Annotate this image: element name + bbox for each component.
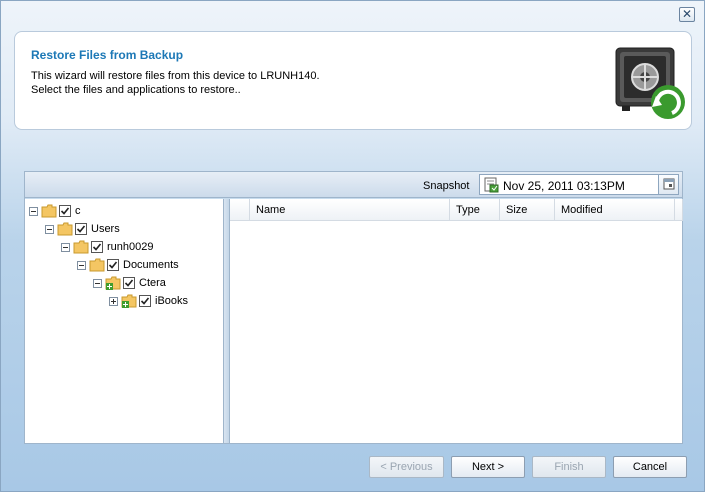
tree-item-label: Users <box>91 223 120 235</box>
tree-checkbox[interactable] <box>59 205 71 217</box>
tree-item-label: Documents <box>123 259 179 271</box>
checkmark-icon <box>76 225 86 233</box>
column-header-size[interactable]: Size <box>500 199 555 221</box>
column-header-filler <box>675 199 683 221</box>
checkmark-icon <box>140 297 150 305</box>
close-button[interactable]: ✕ <box>679 7 695 22</box>
column-header-name[interactable]: Name <box>250 199 450 221</box>
checkmark-icon <box>60 207 70 215</box>
snapshot-value: Nov 25, 2011 03:13PM <box>503 179 625 193</box>
calendar-button[interactable] <box>658 175 678 194</box>
collapse-icon[interactable] <box>61 242 70 252</box>
folder-icon <box>41 204 57 218</box>
finish-button[interactable]: Finish <box>532 456 606 478</box>
checkmark-icon <box>108 261 118 269</box>
tree-item-label: runh0029 <box>107 241 154 253</box>
folder-tree: c Users runh0029 Documents Ctera iBooks <box>25 199 224 443</box>
tree-item-label: iBooks <box>155 295 189 307</box>
folder-add-icon <box>121 294 137 308</box>
collapse-icon[interactable] <box>45 224 54 234</box>
collapse-icon[interactable] <box>29 206 38 216</box>
wizard-title: Restore Files from Backup <box>31 48 184 62</box>
snapshot-picker[interactable]: Nov 25, 2011 03:13PM <box>479 174 679 195</box>
restore-panel: Snapshot Nov 25, 2011 03:13PM c Users ru… <box>24 171 683 444</box>
column-header-select[interactable] <box>230 199 250 221</box>
wizard-header: Restore Files from Backup This wizard wi… <box>14 31 692 130</box>
tree-item[interactable]: Documents <box>77 257 179 273</box>
description-line-2: Select the files and applications to res… <box>31 84 241 96</box>
tree-checkbox[interactable] <box>107 259 119 271</box>
folder-icon <box>57 222 73 236</box>
tree-item[interactable]: runh0029 <box>61 239 154 255</box>
tree-item[interactable]: c <box>29 203 81 219</box>
folder-add-icon <box>105 276 121 290</box>
snapshot-toolbar: Snapshot Nov 25, 2011 03:13PM <box>25 172 682 198</box>
checkmark-icon <box>124 279 134 287</box>
description-line-1: This wizard will restore files from this… <box>31 70 320 82</box>
tree-checkbox[interactable] <box>139 295 151 307</box>
tree-checkbox[interactable] <box>123 277 135 289</box>
tree-item[interactable]: Users <box>45 221 120 237</box>
close-icon: ✕ <box>681 7 693 21</box>
previous-button[interactable]: < Previous <box>369 456 444 478</box>
cancel-button[interactable]: Cancel <box>613 456 687 478</box>
calendar-icon <box>663 178 675 190</box>
safe-restore-icon <box>615 47 685 119</box>
tree-item-label: Ctera <box>139 277 166 289</box>
column-header-modified[interactable]: Modified <box>555 199 675 221</box>
file-list: Name Type Size Modified <box>229 199 683 443</box>
next-button[interactable]: Next > <box>451 456 525 478</box>
restore-wizard-window: ✕ Restore Files from Backup This wizard … <box>0 0 705 492</box>
folder-icon <box>73 240 89 254</box>
column-header-type[interactable]: Type <box>450 199 500 221</box>
snapshot-icon <box>484 177 499 193</box>
tree-checkbox[interactable] <box>91 241 103 253</box>
tree-checkbox[interactable] <box>75 223 87 235</box>
collapse-icon[interactable] <box>77 260 86 270</box>
snapshot-label: Snapshot <box>423 180 470 192</box>
folder-icon <box>89 258 105 272</box>
collapse-icon[interactable] <box>93 278 102 288</box>
checkmark-icon <box>92 243 102 251</box>
tree-item-label: c <box>75 205 81 217</box>
tree-item[interactable]: Ctera <box>93 275 166 291</box>
wizard-description: This wizard will restore files from this… <box>31 69 451 97</box>
expand-icon[interactable] <box>109 296 118 306</box>
tree-item[interactable]: iBooks <box>109 293 188 309</box>
